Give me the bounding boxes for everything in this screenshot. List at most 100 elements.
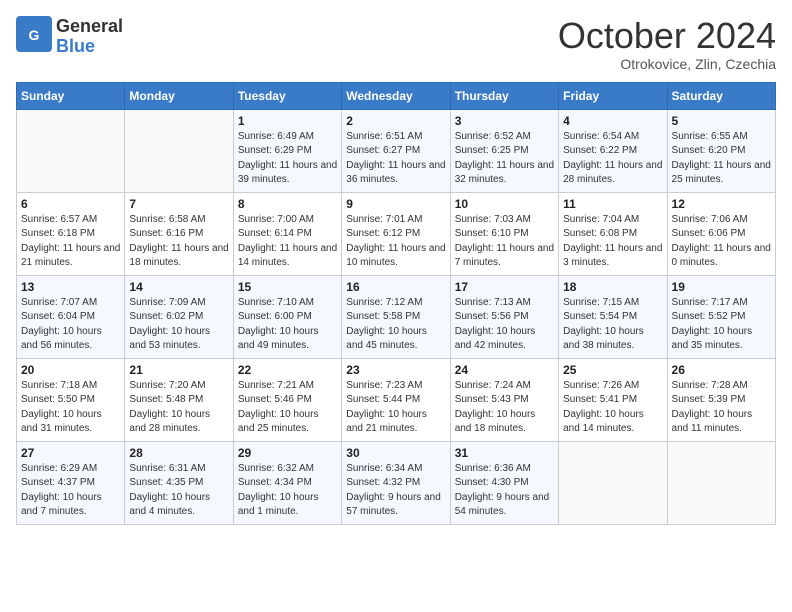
- calendar-cell: 11 Sunrise: 7:04 AM Sunset: 6:08 PM Dayli…: [559, 192, 667, 275]
- day-info: Sunrise: 7:21 AM Sunset: 5:46 PM Dayligh…: [238, 379, 337, 437]
- day-number: 6: [21, 197, 120, 211]
- logo-text: General Blue: [56, 17, 123, 57]
- day-info: Sunrise: 7:10 AM Sunset: 6:00 PM Dayligh…: [238, 296, 337, 354]
- day-number: 8: [238, 197, 337, 211]
- calendar-cell: [17, 109, 125, 192]
- calendar-cell: 31Sunrise: 6:36 AM Sunset: 4:30 PM Dayli…: [450, 441, 558, 524]
- day-info: Sunrise: 7:13 AM Sunset: 5:56 PM Dayligh…: [455, 296, 554, 354]
- calendar-cell: 28 Sunrise: 6:31 AM Sunset: 4:35 PM Dayli…: [125, 441, 233, 524]
- day-info: Sunrise: 6:34 AM Sunset: 4:32 PM Dayligh…: [346, 462, 445, 520]
- calendar-week-1: 1 Sunrise: 6:49 AM Sunset: 6:29 PM Daylig…: [17, 109, 776, 192]
- calendar-cell: 22 Sunrise: 7:21 AM Sunset: 5:46 PM Dayli…: [233, 358, 341, 441]
- calendar-cell: 29Sunrise: 6:32 AM Sunset: 4:34 PM Dayli…: [233, 441, 341, 524]
- calendar-week-5: 27 Sunrise: 6:29 AM Sunset: 4:37 PM Dayli…: [17, 441, 776, 524]
- day-number: 29: [238, 446, 337, 460]
- page-header: G General Blue October 2024 Otrokovice, …: [16, 16, 776, 72]
- day-info: Sunrise: 7:09 AM Sunset: 6:02 PM Dayligh…: [129, 296, 228, 354]
- month-title: October 2024: [558, 16, 776, 56]
- day-number: 28: [129, 446, 228, 460]
- day-number: 10: [455, 197, 554, 211]
- calendar-cell: 16Sunrise: 7:12 AM Sunset: 5:58 PM Dayli…: [342, 275, 450, 358]
- day-info: Sunrise: 7:24 AM Sunset: 5:43 PM Dayligh…: [455, 379, 554, 437]
- calendar-cell: 12Sunrise: 7:06 AM Sunset: 6:06 PM Dayli…: [667, 192, 775, 275]
- calendar-week-4: 20 Sunrise: 7:18 AM Sunset: 5:50 PM Dayli…: [17, 358, 776, 441]
- calendar-cell: 26Sunrise: 7:28 AM Sunset: 5:39 PM Dayli…: [667, 358, 775, 441]
- day-info: Sunrise: 6:51 AM Sunset: 6:27 PM Dayligh…: [346, 130, 445, 188]
- calendar-cell: 21Sunrise: 7:20 AM Sunset: 5:48 PM Dayli…: [125, 358, 233, 441]
- day-info: Sunrise: 7:26 AM Sunset: 5:41 PM Dayligh…: [563, 379, 662, 437]
- calendar-table: SundayMondayTuesdayWednesdayThursdayFrid…: [16, 82, 776, 525]
- calendar-cell: 14 Sunrise: 7:09 AM Sunset: 6:02 PM Dayli…: [125, 275, 233, 358]
- calendar-cell: 18 Sunrise: 7:15 AM Sunset: 5:54 PM Dayli…: [559, 275, 667, 358]
- calendar-cell: [125, 109, 233, 192]
- day-number: 24: [455, 363, 554, 377]
- logo: G General Blue: [16, 16, 123, 57]
- day-info: Sunrise: 6:52 AM Sunset: 6:25 PM Dayligh…: [455, 130, 554, 188]
- calendar-body: 1 Sunrise: 6:49 AM Sunset: 6:29 PM Daylig…: [17, 109, 776, 524]
- header-day-wednesday: Wednesday: [342, 82, 450, 109]
- logo-blue: Blue: [56, 37, 123, 57]
- day-info: Sunrise: 7:23 AM Sunset: 5:44 PM Dayligh…: [346, 379, 445, 437]
- day-number: 4: [563, 114, 662, 128]
- day-number: 11: [563, 197, 662, 211]
- calendar-cell: 13Sunrise: 7:07 AM Sunset: 6:04 PM Dayli…: [17, 275, 125, 358]
- day-info: Sunrise: 6:57 AM Sunset: 6:18 PM Dayligh…: [21, 213, 120, 271]
- header-day-friday: Friday: [559, 82, 667, 109]
- day-number: 20: [21, 363, 120, 377]
- day-number: 27: [21, 446, 120, 460]
- calendar-cell: 8 Sunrise: 7:00 AM Sunset: 6:14 PM Daylig…: [233, 192, 341, 275]
- calendar-cell: 6 Sunrise: 6:57 AM Sunset: 6:18 PM Daylig…: [17, 192, 125, 275]
- day-info: Sunrise: 7:17 AM Sunset: 5:52 PM Dayligh…: [672, 296, 771, 354]
- day-number: 3: [455, 114, 554, 128]
- day-number: 1: [238, 114, 337, 128]
- calendar-cell: 25 Sunrise: 7:26 AM Sunset: 5:41 PM Dayli…: [559, 358, 667, 441]
- day-number: 30: [346, 446, 445, 460]
- header-day-monday: Monday: [125, 82, 233, 109]
- calendar-cell: 1 Sunrise: 6:49 AM Sunset: 6:29 PM Daylig…: [233, 109, 341, 192]
- day-number: 25: [563, 363, 662, 377]
- logo-icon: G: [16, 16, 52, 52]
- day-info: Sunrise: 7:12 AM Sunset: 5:58 PM Dayligh…: [346, 296, 445, 354]
- calendar-cell: 10 Sunrise: 7:03 AM Sunset: 6:10 PM Dayli…: [450, 192, 558, 275]
- day-info: Sunrise: 7:04 AM Sunset: 6:08 PM Dayligh…: [563, 213, 662, 271]
- day-info: Sunrise: 6:29 AM Sunset: 4:37 PM Dayligh…: [21, 462, 120, 520]
- header-row: SundayMondayTuesdayWednesdayThursdayFrid…: [17, 82, 776, 109]
- day-info: Sunrise: 6:36 AM Sunset: 4:30 PM Dayligh…: [455, 462, 554, 520]
- day-number: 5: [672, 114, 771, 128]
- day-info: Sunrise: 7:06 AM Sunset: 6:06 PM Dayligh…: [672, 213, 771, 271]
- calendar-cell: 4Sunrise: 6:54 AM Sunset: 6:22 PM Daylig…: [559, 109, 667, 192]
- calendar-cell: 15 Sunrise: 7:10 AM Sunset: 6:00 PM Dayli…: [233, 275, 341, 358]
- calendar-cell: 5 Sunrise: 6:55 AM Sunset: 6:20 PM Daylig…: [667, 109, 775, 192]
- calendar-cell: 9 Sunrise: 7:01 AM Sunset: 6:12 PM Daylig…: [342, 192, 450, 275]
- day-number: 9: [346, 197, 445, 211]
- header-day-saturday: Saturday: [667, 82, 775, 109]
- logo-general: General: [56, 17, 123, 37]
- day-number: 18: [563, 280, 662, 294]
- calendar-header: SundayMondayTuesdayWednesdayThursdayFrid…: [17, 82, 776, 109]
- day-number: 23: [346, 363, 445, 377]
- day-number: 15: [238, 280, 337, 294]
- day-info: Sunrise: 7:15 AM Sunset: 5:54 PM Dayligh…: [563, 296, 662, 354]
- day-number: 7: [129, 197, 228, 211]
- calendar-cell: 17 Sunrise: 7:13 AM Sunset: 5:56 PM Dayli…: [450, 275, 558, 358]
- day-info: Sunrise: 7:18 AM Sunset: 5:50 PM Dayligh…: [21, 379, 120, 437]
- day-info: Sunrise: 7:00 AM Sunset: 6:14 PM Dayligh…: [238, 213, 337, 271]
- day-info: Sunrise: 6:49 AM Sunset: 6:29 PM Dayligh…: [238, 130, 337, 188]
- day-info: Sunrise: 6:55 AM Sunset: 6:20 PM Dayligh…: [672, 130, 771, 188]
- day-number: 2: [346, 114, 445, 128]
- calendar-cell: 19 Sunrise: 7:17 AM Sunset: 5:52 PM Dayli…: [667, 275, 775, 358]
- day-info: Sunrise: 7:01 AM Sunset: 6:12 PM Dayligh…: [346, 213, 445, 271]
- calendar-week-3: 13Sunrise: 7:07 AM Sunset: 6:04 PM Dayli…: [17, 275, 776, 358]
- calendar-cell: [667, 441, 775, 524]
- day-info: Sunrise: 6:58 AM Sunset: 6:16 PM Dayligh…: [129, 213, 228, 271]
- title-block: October 2024 Otrokovice, Zlin, Czechia: [558, 16, 776, 72]
- day-info: Sunrise: 7:03 AM Sunset: 6:10 PM Dayligh…: [455, 213, 554, 271]
- day-number: 21: [129, 363, 228, 377]
- day-number: 19: [672, 280, 771, 294]
- calendar-cell: 3 Sunrise: 6:52 AM Sunset: 6:25 PM Daylig…: [450, 109, 558, 192]
- day-number: 14: [129, 280, 228, 294]
- calendar-cell: 7 Sunrise: 6:58 AM Sunset: 6:16 PM Daylig…: [125, 192, 233, 275]
- day-number: 22: [238, 363, 337, 377]
- day-info: Sunrise: 6:31 AM Sunset: 4:35 PM Dayligh…: [129, 462, 228, 520]
- day-number: 17: [455, 280, 554, 294]
